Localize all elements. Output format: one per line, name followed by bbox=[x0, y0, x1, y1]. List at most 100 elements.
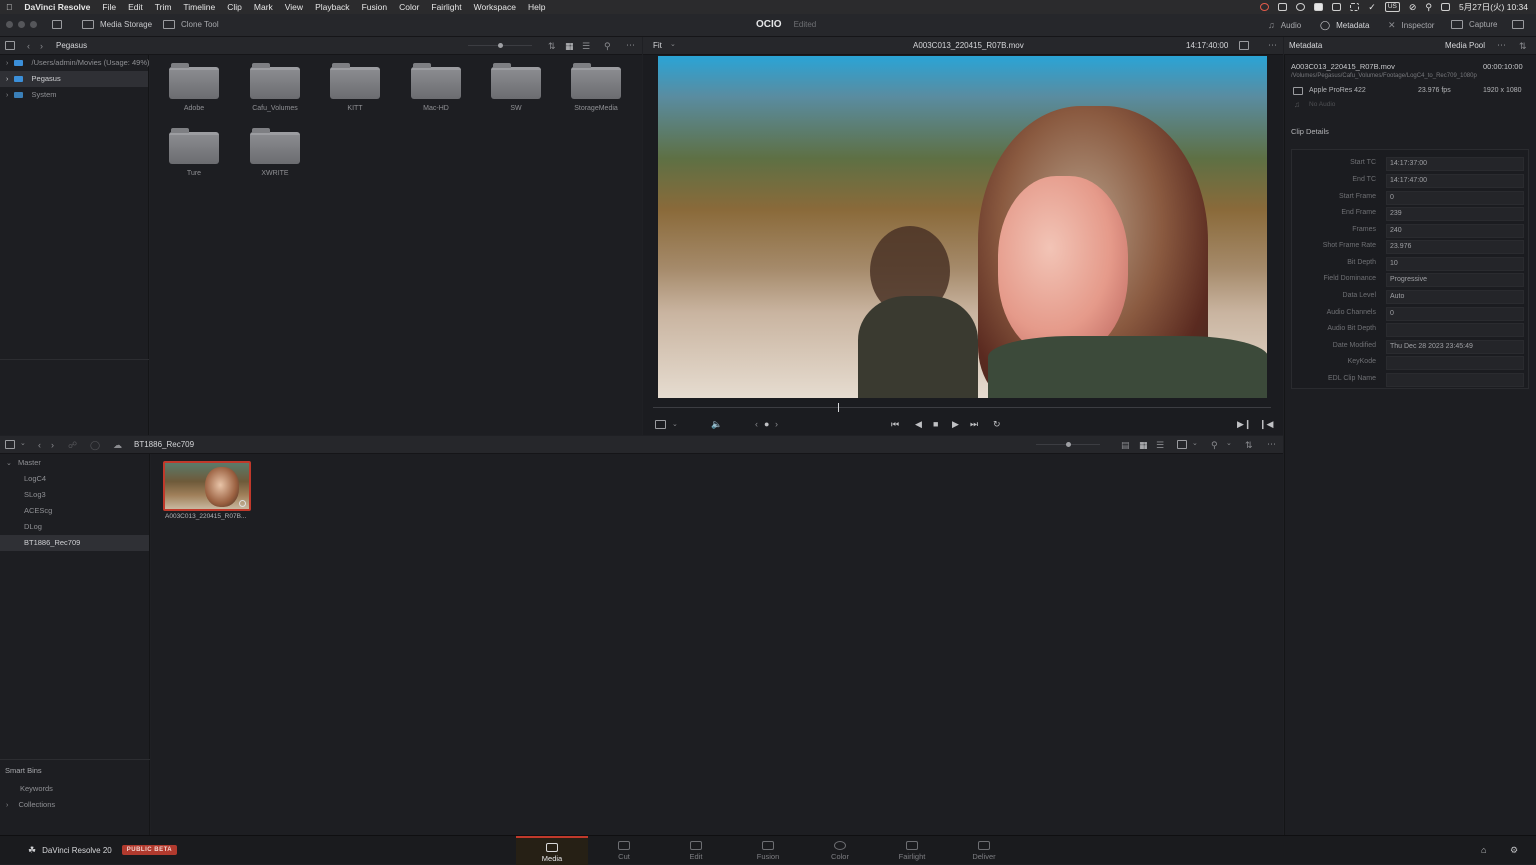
close-window-button[interactable] bbox=[6, 21, 13, 28]
page-color[interactable]: Color bbox=[804, 836, 876, 865]
viewer-mode-icon[interactable] bbox=[655, 420, 666, 429]
bluetooth-icon[interactable]: ✓ bbox=[1368, 2, 1376, 12]
metadata-value[interactable] bbox=[1386, 373, 1524, 387]
expand-chevron-icon[interactable]: › bbox=[6, 91, 8, 101]
display-icon[interactable] bbox=[1278, 3, 1288, 11]
viewer-options-icon[interactable] bbox=[1239, 41, 1249, 50]
volume-icon[interactable]: 🔈 bbox=[711, 419, 722, 429]
chevron-down-icon[interactable]: ⌄ bbox=[672, 420, 678, 430]
chevron-down-icon[interactable]: ⌄ bbox=[20, 439, 26, 449]
bin-bt1886-rec709[interactable]: BT1886_Rec709 bbox=[0, 535, 149, 551]
media-pool-label[interactable]: Media Pool bbox=[1445, 41, 1485, 50]
playhead[interactable] bbox=[838, 403, 840, 412]
menubar-clock[interactable]: 5月27日(火) 10:34 bbox=[1459, 1, 1528, 13]
mute-icon[interactable] bbox=[1350, 3, 1360, 11]
chevron-down-icon[interactable]: ⌄ bbox=[6, 459, 12, 469]
folder-sw[interactable]: SW bbox=[485, 63, 547, 112]
metadata-value[interactable]: 10 bbox=[1386, 257, 1524, 271]
metadata-view-icon[interactable] bbox=[1177, 440, 1187, 449]
forward-nav-icon[interactable]: › bbox=[40, 41, 43, 51]
folder-cafu-volumes[interactable]: Cafu_Volumes bbox=[244, 63, 306, 112]
menu-view[interactable]: View bbox=[279, 0, 309, 14]
link-icon[interactable]: ☍ bbox=[68, 440, 77, 450]
more-options-icon[interactable]: ⋯ bbox=[626, 40, 635, 50]
metadata-value[interactable]: 14:17:47:00 bbox=[1386, 174, 1524, 188]
bolt-icon[interactable] bbox=[1314, 3, 1324, 11]
clone-tool-button[interactable]: Clone Tool bbox=[163, 20, 219, 29]
back-nav-icon[interactable]: ‹ bbox=[27, 41, 30, 51]
search-icon[interactable]: ⚲ bbox=[1211, 440, 1218, 450]
video-frame[interactable] bbox=[658, 56, 1267, 398]
folder-xwrite[interactable]: XWRITE bbox=[244, 128, 306, 177]
bin-slog3[interactable]: SLog3 bbox=[0, 487, 149, 503]
grid-view-icon[interactable]: ▦ bbox=[565, 41, 574, 51]
list-view-icon[interactable]: ☰ bbox=[1156, 440, 1164, 450]
home-icon[interactable]: ⌂ bbox=[1481, 845, 1486, 855]
smart-bin-collections[interactable]: › Collections bbox=[6, 797, 55, 813]
capture-panel-button[interactable]: Capture bbox=[1451, 20, 1497, 29]
metadata-panel-button[interactable]: ◯ Metadata bbox=[1320, 20, 1369, 30]
screen-record-icon[interactable] bbox=[1332, 3, 1342, 11]
menu-mark[interactable]: Mark bbox=[248, 0, 279, 14]
metadata-value[interactable] bbox=[1386, 323, 1524, 337]
menu-file[interactable]: File bbox=[96, 0, 122, 14]
page-fairlight[interactable]: Fairlight bbox=[876, 836, 948, 865]
minimize-window-button[interactable] bbox=[18, 21, 25, 28]
media-storage-button[interactable]: Media Storage bbox=[82, 20, 152, 29]
menu-help[interactable]: Help bbox=[522, 0, 551, 14]
spotlight-icon[interactable]: ⚲ bbox=[1425, 2, 1432, 12]
page-deliver[interactable]: Deliver bbox=[948, 836, 1020, 865]
metadata-value[interactable]: 239 bbox=[1386, 207, 1524, 221]
list-view-icon[interactable]: ☰ bbox=[582, 41, 590, 51]
storage-item-system[interactable]: › System bbox=[0, 87, 148, 103]
sidebar-toggle-icon[interactable] bbox=[5, 41, 15, 50]
metadata-value[interactable]: Auto bbox=[1386, 290, 1524, 304]
menu-workspace[interactable]: Workspace bbox=[468, 0, 522, 14]
scrubber-track[interactable] bbox=[653, 403, 1271, 412]
loop-icon[interactable]: ↻ bbox=[993, 419, 1001, 429]
more-options-icon[interactable]: ⋯ bbox=[1268, 40, 1277, 50]
bin-acescg[interactable]: ACEScg bbox=[0, 503, 149, 519]
folder-ture[interactable]: Ture bbox=[163, 128, 225, 177]
mark-in-icon[interactable]: ❙◀ bbox=[1259, 419, 1273, 429]
menu-clip[interactable]: Clip bbox=[221, 0, 248, 14]
metadata-value[interactable]: Thu Dec 28 2023 23:45:49 bbox=[1386, 340, 1524, 354]
slider-knob[interactable] bbox=[1066, 442, 1071, 447]
menu-timeline[interactable]: Timeline bbox=[177, 0, 221, 14]
metadata-value[interactable]: 0 bbox=[1386, 191, 1524, 205]
page-media[interactable]: Media bbox=[516, 836, 588, 865]
apple-icon[interactable]:  bbox=[0, 0, 18, 14]
record-icon[interactable] bbox=[1296, 3, 1306, 11]
more-options-icon[interactable]: ⋯ bbox=[1497, 40, 1506, 50]
storage-item-pegasus[interactable]: › Pegasus bbox=[0, 71, 148, 87]
metadata-value[interactable]: Progressive bbox=[1386, 273, 1524, 287]
go-to-start-icon[interactable]: ⏮ bbox=[891, 419, 899, 429]
filmstrip-view-icon[interactable]: ▤ bbox=[1121, 440, 1130, 450]
sort-icon[interactable]: ⇅ bbox=[548, 41, 556, 51]
menu-edit[interactable]: Edit bbox=[122, 0, 149, 14]
menu-color[interactable]: Color bbox=[393, 0, 425, 14]
marker-dot-icon[interactable]: ● bbox=[764, 419, 769, 429]
storage-item-movies[interactable]: › /Users/admin/Movies (Usage: 49%) bbox=[0, 55, 150, 71]
metadata-value[interactable]: 14:17:37:00 bbox=[1386, 157, 1524, 171]
zoom-window-button[interactable] bbox=[30, 21, 37, 28]
bin-dlog[interactable]: DLog bbox=[0, 519, 149, 535]
menu-playback[interactable]: Playback bbox=[309, 0, 356, 14]
go-to-end-icon[interactable]: ⏭ bbox=[970, 419, 978, 429]
expand-chevron-icon[interactable]: › bbox=[6, 801, 8, 811]
folder-storagemedia[interactable]: StorageMedia bbox=[565, 63, 627, 112]
folder-kitt[interactable]: KITT bbox=[324, 63, 386, 112]
zoom-select[interactable]: Fit bbox=[653, 41, 662, 50]
page-fusion[interactable]: Fusion bbox=[732, 836, 804, 865]
expand-chevron-icon[interactable]: › bbox=[6, 75, 8, 85]
menu-app-name[interactable]: DaVinci Resolve bbox=[18, 0, 96, 14]
bin-logc4[interactable]: LogC4 bbox=[0, 471, 149, 487]
stop-icon[interactable]: ■ bbox=[933, 419, 938, 429]
next-clip-icon[interactable]: › bbox=[775, 419, 778, 429]
chat-icon[interactable]: ◯ bbox=[90, 440, 100, 450]
input-source-badge[interactable]: US bbox=[1384, 2, 1400, 12]
pool-thumbnail-slider[interactable] bbox=[1036, 442, 1100, 447]
menu-trim[interactable]: Trim bbox=[149, 0, 178, 14]
back-nav-icon[interactable]: ‹ bbox=[38, 440, 41, 450]
play-reverse-icon[interactable]: ◀ bbox=[915, 419, 922, 429]
